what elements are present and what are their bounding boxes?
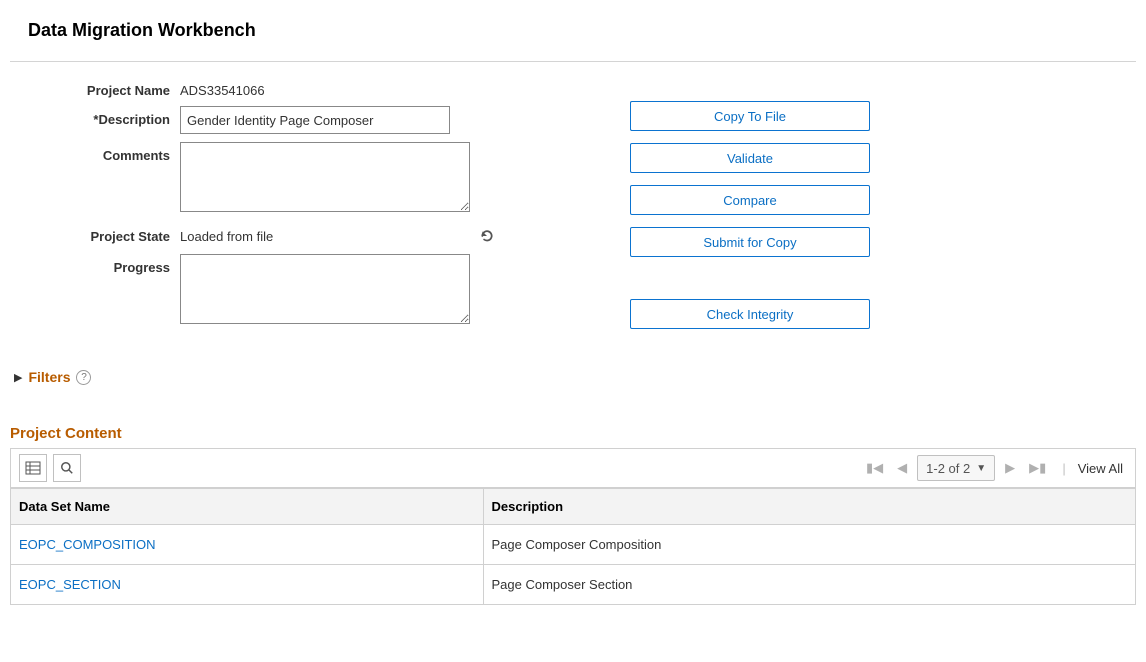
first-page-icon: ▮◀ xyxy=(862,460,887,476)
toolbar-divider: | xyxy=(1056,461,1071,476)
search-button[interactable] xyxy=(53,454,81,482)
copy-to-file-button[interactable]: Copy To File xyxy=(630,101,870,131)
project-name-label: Project Name xyxy=(10,77,180,98)
col-header-desc[interactable]: Description xyxy=(483,489,1136,525)
chevron-down-icon: ▼ xyxy=(976,463,986,474)
project-state-label: Project State xyxy=(10,223,180,244)
grid-toolbar: ▮◀ ◀ 1-2 of 2 ▼ ▶ ▶▮ | View All xyxy=(10,448,1136,488)
progress-label: Progress xyxy=(10,254,180,275)
project-content-header: Project Content xyxy=(10,425,1136,442)
description-label: *Description xyxy=(10,106,180,127)
validate-button[interactable]: Validate xyxy=(630,143,870,173)
last-page-icon: ▶▮ xyxy=(1025,460,1050,476)
dataset-link[interactable]: EOPC_COMPOSITION xyxy=(19,537,156,552)
divider xyxy=(10,61,1136,62)
page-range: 1-2 of 2 xyxy=(926,461,970,476)
next-page-icon: ▶ xyxy=(1001,460,1019,476)
dataset-desc: Page Composer Composition xyxy=(483,525,1136,565)
col-header-name[interactable]: Data Set Name xyxy=(11,489,484,525)
refresh-icon[interactable] xyxy=(480,229,494,246)
comments-textarea[interactable] xyxy=(180,142,470,212)
description-input[interactable] xyxy=(180,106,450,134)
comments-label: Comments xyxy=(10,142,180,163)
help-icon[interactable]: ? xyxy=(76,370,91,385)
project-name-value: ADS33541066 xyxy=(180,77,480,98)
prev-page-icon: ◀ xyxy=(893,460,911,476)
table-row: EOPC_SECTION Page Composer Section xyxy=(11,565,1136,605)
page-selector[interactable]: 1-2 of 2 ▼ xyxy=(917,455,995,481)
submit-for-copy-button[interactable]: Submit for Copy xyxy=(630,227,870,257)
dataset-desc: Page Composer Section xyxy=(483,565,1136,605)
view-all-link[interactable]: View All xyxy=(1078,461,1127,476)
check-integrity-button[interactable]: Check Integrity xyxy=(630,299,870,329)
project-state-value: Loaded from file xyxy=(180,223,480,244)
filters-toggle[interactable]: Filters xyxy=(28,369,70,385)
dataset-link[interactable]: EOPC_SECTION xyxy=(19,577,121,592)
project-content-table: Data Set Name Description EOPC_COMPOSITI… xyxy=(10,488,1136,605)
compare-button[interactable]: Compare xyxy=(630,185,870,215)
page-title: Data Migration Workbench xyxy=(28,20,1136,41)
table-row: EOPC_COMPOSITION Page Composer Compositi… xyxy=(11,525,1136,565)
expand-icon[interactable]: ▶ xyxy=(14,371,22,384)
grid-action-button[interactable] xyxy=(19,454,47,482)
progress-textarea[interactable] xyxy=(180,254,470,324)
